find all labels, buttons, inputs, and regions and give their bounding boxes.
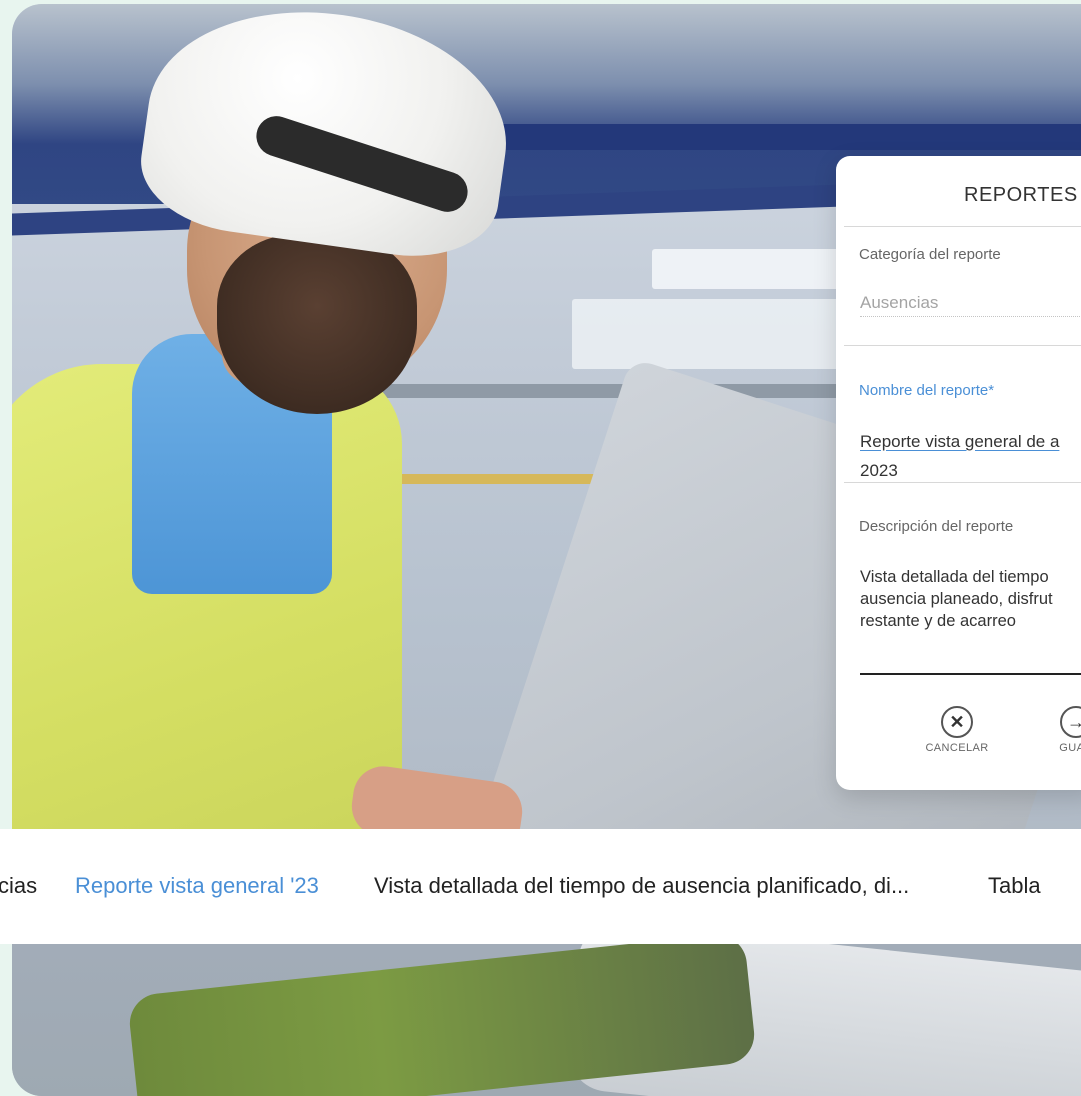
category-label: Categoría del reporte [859, 246, 1001, 263]
report-name-line2: 2023 [860, 461, 898, 480]
ceiling-beam [432, 124, 1081, 150]
summary-report-name[interactable]: Reporte vista general '23 [75, 873, 319, 899]
cancel-label: CANCELAR [925, 742, 989, 754]
arrow-right-circle-icon: → [1060, 706, 1081, 738]
description-line: Vista detallada del tiempo [860, 568, 1049, 586]
divider [844, 226, 1081, 227]
divider [844, 345, 1081, 346]
rail [312, 384, 912, 398]
report-name-field[interactable]: Reporte vista general de a [860, 429, 1059, 455]
report-summary-row[interactable]: cias Reporte vista general '23 Vista det… [0, 829, 1081, 944]
summary-view-type: Tabla [988, 873, 1041, 898]
divider [844, 482, 1081, 483]
card-title: REPORTES [964, 184, 1078, 206]
report-name-line1: Reporte vista general de a [860, 432, 1060, 451]
description-label: Descripción del reporte [859, 518, 1014, 535]
description-field[interactable]: Vista detallada del tiempo ausencia plan… [860, 566, 1053, 632]
cancel-button[interactable]: ✕ CANCELAR [917, 706, 997, 754]
category-field[interactable]: Ausencias [860, 290, 1081, 317]
beard [217, 234, 417, 414]
report-name-label: Nombre del reporte* [859, 382, 995, 399]
summary-description: Vista detallada del tiempo de ausencia p… [374, 873, 910, 898]
description-line: restante y de acarreo [860, 612, 1016, 630]
description-underline [860, 673, 1081, 675]
summary-category: cias [0, 873, 38, 898]
description-line: ausencia planeado, disfrut [860, 590, 1053, 608]
save-label: GUAR [1059, 742, 1081, 754]
close-circle-icon: ✕ [941, 706, 973, 738]
ceiling-light [572, 299, 872, 369]
save-button[interactable]: → GUAR [1036, 706, 1081, 754]
report-card: REPORTES Categoría del reporte Ausencias… [836, 156, 1081, 790]
